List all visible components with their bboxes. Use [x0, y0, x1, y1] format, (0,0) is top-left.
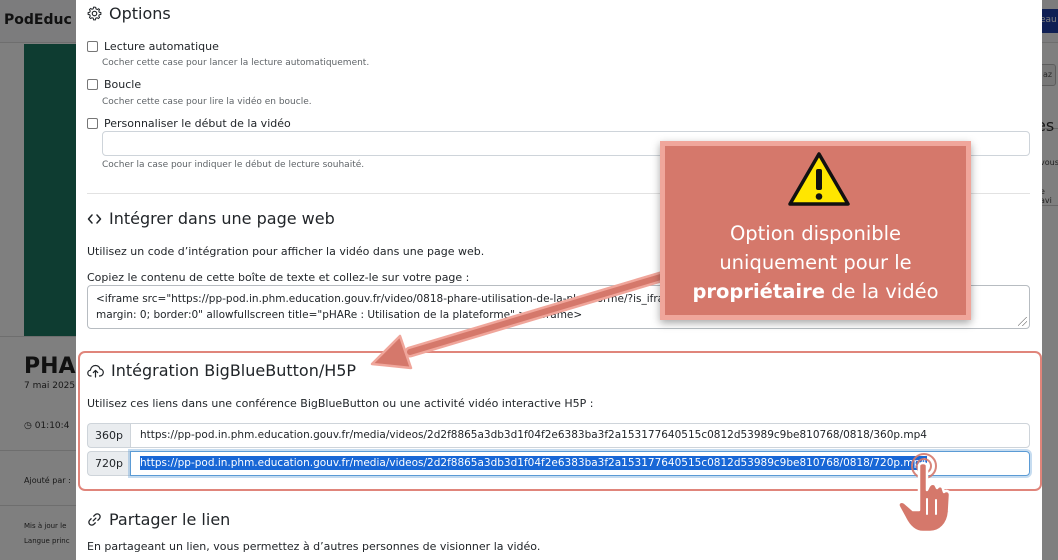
callout-line: Option disponible [729, 222, 902, 245]
pointer-hand-icon [897, 453, 952, 534]
callout-text: Option disponible uniquement pour le pro… [665, 219, 966, 306]
callout-bold-word: propriétaire [692, 280, 825, 303]
warning-icon [787, 151, 851, 211]
callout-line: propriétaire de la vidéo [665, 277, 966, 306]
callout-line: uniquement pour le [719, 251, 912, 274]
owner-only-callout: Option disponible uniquement pour le pro… [660, 141, 971, 320]
callout-line-rest: de la vidéo [824, 280, 939, 303]
